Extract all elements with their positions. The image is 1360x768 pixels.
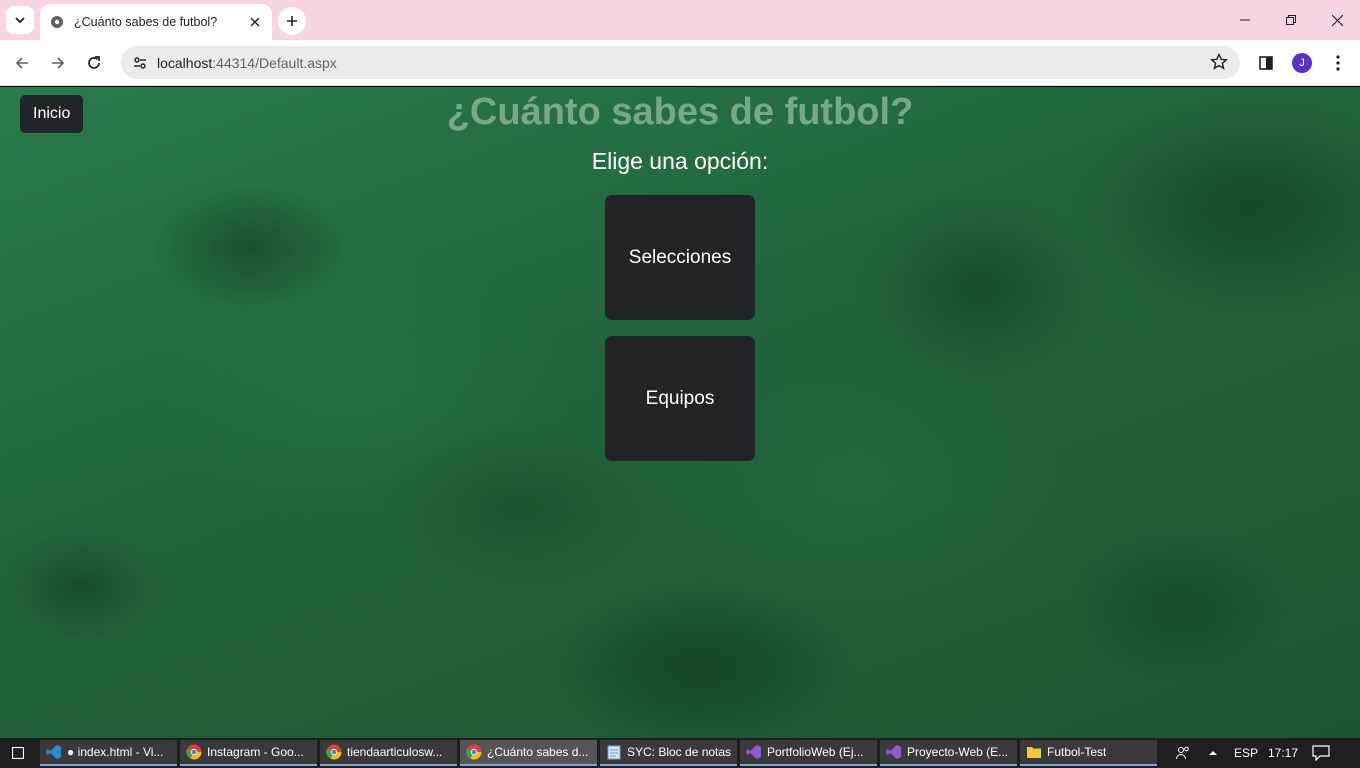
menu-button[interactable] <box>1324 49 1352 77</box>
minimize-button[interactable] <box>1222 0 1268 40</box>
equipos-button[interactable]: Equipos <box>605 336 755 461</box>
new-tab-button[interactable] <box>278 7 306 35</box>
page-content: Inicio ¿Cuánto sabes de futbol? Elige un… <box>0 87 1360 738</box>
taskbar-item-vscode[interactable]: ● index.html - Vi... <box>40 740 177 766</box>
side-panel-icon <box>1259 56 1273 70</box>
taskbar-item-instagram[interactable]: Instagram - Goo... <box>180 740 317 766</box>
clock[interactable]: 17:17 <box>1268 738 1298 768</box>
arrow-right-icon <box>52 57 65 69</box>
chrome-icon <box>326 744 342 760</box>
visual-studio-icon <box>886 745 901 759</box>
selecciones-button[interactable]: Selecciones <box>605 195 755 320</box>
address-bar[interactable]: localhost:44314/Default.aspx <box>121 46 1240 79</box>
restore-icon <box>1286 15 1296 25</box>
bookmark-star-icon[interactable] <box>1210 52 1228 76</box>
people-icon[interactable] <box>1175 738 1191 768</box>
arrow-left-icon <box>15 57 28 69</box>
taskbar-item-portfolioweb[interactable]: PortfolioWeb (Ej... <box>740 740 877 766</box>
reload-icon <box>88 56 100 69</box>
vscode-icon <box>46 745 61 759</box>
close-tab-icon[interactable] <box>246 13 264 31</box>
task-view-button[interactable] <box>0 738 36 768</box>
taskbar-item-cuanto-sabes[interactable]: ¿Cuánto sabes d... <box>460 740 597 766</box>
tab-title: ¿Cuánto sabes de futbol? <box>74 15 218 29</box>
page-title: ¿Cuánto sabes de futbol? <box>446 91 914 133</box>
taskbar-item-notepad[interactable]: SYC: Bloc de notas <box>600 740 737 766</box>
forward-button[interactable] <box>44 49 72 77</box>
avatar: J <box>1292 53 1312 73</box>
back-button[interactable] <box>8 49 36 77</box>
task-view-icon <box>12 747 24 759</box>
taskbar-item-futbol-test[interactable]: Futbol-Test <box>1020 740 1157 766</box>
show-hidden-icons[interactable] <box>1208 738 1218 768</box>
tab-search-button[interactable] <box>6 6 34 34</box>
chevron-down-icon <box>15 17 25 24</box>
close-icon <box>1331 14 1343 26</box>
notifications-icon[interactable] <box>1312 738 1330 768</box>
side-panel-button[interactable] <box>1252 49 1280 77</box>
chrome-icon <box>186 744 202 760</box>
taskbar-item-proyecto-web[interactable]: Proyecto-Web (E... <box>880 740 1017 766</box>
globe-icon <box>51 16 63 28</box>
language-indicator[interactable]: ESP <box>1234 738 1258 768</box>
url-text: localhost:44314/Default.aspx <box>157 54 337 71</box>
reload-button[interactable] <box>80 49 108 77</box>
minimize-icon <box>1240 19 1250 21</box>
profile-button[interactable]: J <box>1288 49 1316 77</box>
tab-strip: ¿Cuánto sabes de futbol? <box>0 0 1360 40</box>
restore-button[interactable] <box>1268 0 1314 40</box>
page-subtitle: Elige una opción: <box>591 148 769 174</box>
more-vertical-icon <box>1336 55 1340 71</box>
browser-toolbar: localhost:44314/Default.aspx J <box>0 40 1360 86</box>
taskbar-item-tienda[interactable]: tiendaarticulosw... <box>320 740 457 766</box>
active-tab[interactable]: ¿Cuánto sabes de futbol? <box>40 4 272 40</box>
notepad-icon <box>607 745 621 760</box>
site-settings-icon[interactable] <box>125 49 155 77</box>
plus-icon <box>287 16 297 26</box>
close-window-button[interactable] <box>1314 0 1360 40</box>
taskbar: ● index.html - Vi... Instagram - Goo... … <box>0 738 1360 768</box>
folder-icon <box>1027 747 1041 758</box>
visual-studio-icon <box>746 745 761 759</box>
chrome-icon <box>466 744 482 760</box>
